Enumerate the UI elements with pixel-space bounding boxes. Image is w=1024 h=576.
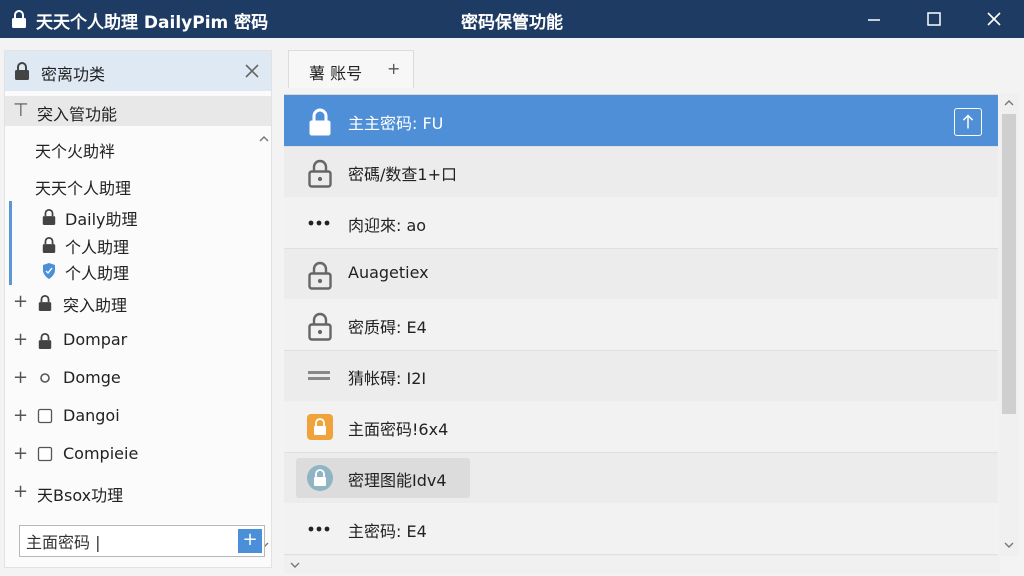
tree-item[interactable]: ⊤ 突入管功能 — [5, 96, 271, 126]
maximize-button[interactable] — [908, 0, 960, 38]
tab-accounts[interactable]: 薯 账号 + — [288, 50, 414, 88]
tree-item-label: 天Bsox功理 — [37, 486, 124, 505]
tree-item-label: Domge — [63, 368, 121, 387]
tree-item[interactable]: + Dangoi — [5, 401, 255, 431]
password-row[interactable]: 密质碍: E4 — [284, 299, 998, 351]
add-tab-button[interactable]: + — [387, 59, 400, 78]
password-row-label: 肉迎來: ao — [348, 216, 427, 235]
close-icon — [987, 12, 1001, 26]
checkbox-icon — [37, 408, 53, 424]
chevron-up-icon — [1004, 100, 1014, 106]
search-input[interactable] — [26, 530, 234, 552]
dots-icon — [308, 526, 330, 532]
title-bar: 天天个人助理 DailyPim 密码 密码保管功能 — [0, 0, 1024, 38]
lock-outline-icon — [308, 312, 332, 341]
password-row[interactable]: 肉迎來: ao — [284, 197, 998, 249]
tree-item-label: 突入助理 — [63, 296, 128, 315]
search-box: + — [19, 525, 265, 557]
lock-icon — [12, 10, 26, 28]
shield-icon — [43, 263, 55, 279]
tree-toggle[interactable]: + — [13, 405, 28, 426]
tree-item-label: Dompar — [63, 330, 128, 349]
tree-item[interactable]: + Domge — [5, 363, 255, 393]
password-row-label: 主面密码!6x4 — [348, 420, 449, 439]
tree-item-label: Dangoi — [63, 406, 120, 425]
password-row-label: 主主密码: FU — [348, 114, 444, 133]
horizontal-scrollbar[interactable] — [284, 556, 1000, 574]
password-row[interactable]: Auagetiex — [284, 248, 998, 300]
maximize-icon — [927, 12, 941, 26]
password-row[interactable]: 主主密码: FU — [284, 95, 998, 147]
tree-item-label: Daily助理 — [65, 210, 138, 229]
password-row[interactable]: 密碼/数查1+口 — [284, 146, 998, 198]
tree-toggle[interactable]: + — [13, 443, 28, 464]
pin-icon[interactable] — [954, 108, 982, 136]
lock-outline-icon — [308, 261, 332, 290]
chevron-down-icon — [290, 562, 300, 568]
tree-item-label: 天天个人助理 — [35, 179, 132, 198]
lock-icon — [38, 295, 52, 311]
tree-toggle[interactable]: ⊤ — [13, 100, 29, 121]
card-icon — [308, 371, 330, 380]
tree-item[interactable]: + Compieie — [5, 439, 255, 469]
tree-item[interactable]: 个人助理 — [5, 255, 255, 285]
tree-item-label: 突入管功能 — [37, 105, 118, 124]
tab-label: 薯 账号 — [309, 64, 363, 83]
tree-item[interactable]: 天个火助袢 — [5, 133, 255, 163]
dots-icon — [308, 220, 330, 226]
password-row[interactable]: 猜帐碍: I2I — [284, 350, 998, 402]
tree-item-label: 天个火助袢 — [35, 142, 116, 161]
password-list: 主主密码: FU 密碼/数查1+口 肉迎來: ao Auagetiex 密质碍: E4 猜… — [284, 94, 998, 556]
add-button[interactable]: + — [238, 529, 262, 553]
chevron-down-icon — [1004, 542, 1014, 548]
teal-lock-icon — [307, 465, 333, 491]
scrollbar-thumb[interactable] — [1002, 114, 1016, 414]
password-row[interactable]: 主密码: E4 — [284, 503, 998, 555]
password-row-label: 密理图能Idv4 — [348, 471, 447, 490]
minimize-button[interactable] — [848, 0, 900, 38]
tree-item[interactable]: + 突入助理 — [5, 287, 255, 317]
tree-item[interactable]: + Dompar — [5, 325, 255, 355]
password-row-label: 密碼/数查1+口 — [348, 165, 457, 184]
sidebar-title: 密离功类 — [41, 65, 106, 84]
app-title: 天天个人助理 DailyPim 密码 — [36, 13, 269, 33]
password-row[interactable]: 密理图能Idv4 — [284, 452, 998, 504]
tree-subgroup-indicator — [9, 201, 12, 285]
lock-icon — [42, 209, 56, 225]
password-row-label: 密质碍: E4 — [348, 318, 427, 337]
tree-toggle[interactable]: + — [13, 367, 28, 388]
category-sidebar: 密离功类 ⊤ 突入管功能 天个火助袢 天天个人助理 Daily助理 个人助理 个人助理 + 突入… — [4, 50, 272, 568]
password-row-label: Auagetiex — [348, 263, 429, 282]
list-scrollbar[interactable] — [999, 94, 1019, 556]
close-button[interactable] — [968, 0, 1020, 38]
password-row-label: 主密码: E4 — [348, 522, 427, 541]
password-row-label: 猜帐碍: I2I — [348, 369, 427, 388]
lock-icon — [309, 108, 331, 136]
minimize-icon — [868, 19, 880, 21]
tree-item[interactable]: Daily助理 — [5, 201, 255, 231]
tree-item[interactable]: 天天个人助理 — [5, 170, 255, 200]
lock-outline-icon — [308, 159, 332, 188]
tree-item-label: Compieie — [63, 444, 139, 463]
orange-lock-icon — [307, 414, 333, 440]
sidebar-header: 密离功类 — [5, 51, 271, 91]
lock-icon — [15, 62, 29, 80]
lock-icon — [38, 333, 52, 349]
tree-toggle[interactable]: + — [13, 291, 28, 312]
lock-icon — [42, 237, 56, 253]
checkbox-icon — [37, 446, 53, 462]
sidebar-scrollbar[interactable] — [257, 133, 271, 553]
close-icon[interactable] — [241, 60, 263, 82]
circle-icon — [40, 373, 50, 383]
password-row[interactable]: 主面密码!6x4 — [284, 401, 998, 453]
tree-toggle[interactable]: + — [13, 481, 28, 502]
tree-item-label: 个人助理 — [65, 264, 130, 283]
tree-item[interactable]: + 天Bsox功理 — [5, 477, 255, 507]
tree-toggle[interactable]: + — [13, 329, 28, 350]
